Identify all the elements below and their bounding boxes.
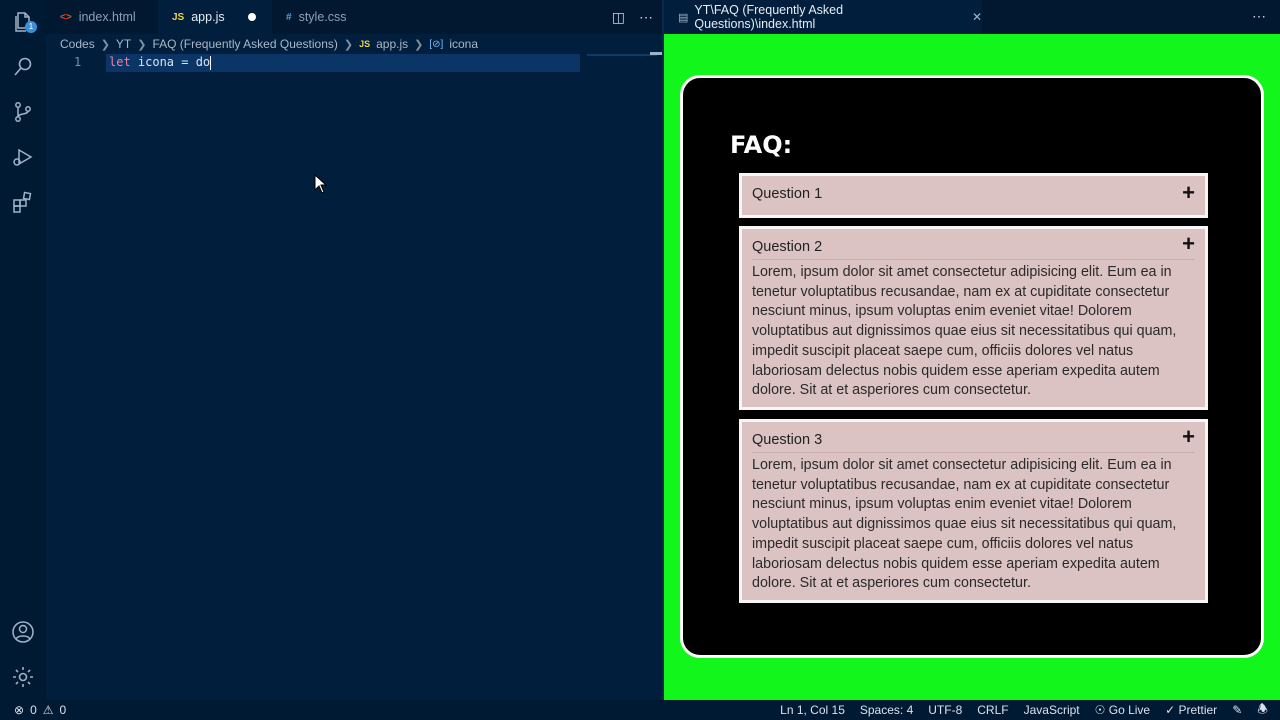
preview-tab-bar: ▤ YT\FAQ (Frequently Asked Questions)\in…	[664, 0, 1280, 34]
account-icon[interactable]	[9, 618, 37, 646]
error-icon: ⊗	[14, 703, 25, 717]
more-actions-icon[interactable]: ⋯	[639, 9, 653, 26]
breadcrumb-item[interactable]: FAQ (Frequently Asked Questions)	[152, 37, 337, 51]
breadcrumb-item[interactable]: icona	[449, 37, 478, 51]
tab-style-css[interactable]: # style.css	[272, 0, 380, 34]
preview-tab-label: YT\FAQ (Frequently Asked Questions)\inde…	[694, 3, 844, 31]
breadcrumb-item[interactable]: YT	[116, 37, 131, 51]
search-icon[interactable]	[9, 53, 37, 81]
question-title: Question 1	[752, 186, 823, 202]
css-file-icon: #	[286, 11, 292, 23]
feedback-icon[interactable]: ✎	[1232, 703, 1242, 717]
settings-gear-icon[interactable]	[9, 663, 37, 691]
tab-index-html[interactable]: <> index.html	[46, 0, 158, 34]
broadcast-icon: ☉	[1094, 703, 1106, 717]
js-file-icon: JS	[359, 39, 371, 49]
question-title: Question 2	[752, 239, 823, 255]
chevron-right-icon: ❯	[137, 38, 147, 51]
tab-label: app.js	[191, 10, 225, 24]
breadcrumb: Codes ❯ YT ❯ FAQ (Frequently Asked Quest…	[60, 36, 478, 52]
scrollbar-marker[interactable]	[650, 52, 662, 55]
tab-app-js[interactable]: JS app.js	[158, 0, 272, 34]
tab-preview[interactable]: ▤ YT\FAQ (Frequently Asked Questions)\in…	[664, 0, 982, 34]
faq-question[interactable]: Question 1 +	[742, 176, 1205, 212]
faq-item[interactable]: Question 1 +	[739, 173, 1208, 218]
prettier-button[interactable]: ✓ Prettier	[1165, 703, 1217, 717]
faq-answer: Lorem, ipsum dolor sit amet consectetur …	[752, 264, 1177, 399]
js-file-icon: JS	[172, 11, 185, 23]
go-live-button[interactable]: ☉ Go Live	[1095, 703, 1150, 717]
chevron-right-icon: ❯	[343, 38, 354, 51]
editor-tab-bar: <> index.html JS app.js # style.css ◫ ⋯	[46, 0, 663, 34]
indentation[interactable]: Spaces: 4	[860, 703, 913, 717]
explorer-badge: 1	[25, 21, 37, 33]
plus-icon[interactable]: +	[1182, 424, 1195, 450]
faq-question[interactable]: Question 2 +	[752, 229, 1195, 260]
cursor-position[interactable]: Ln 1, Col 15	[780, 703, 845, 717]
more-actions-icon[interactable]: ⋯	[1252, 8, 1266, 25]
encoding[interactable]: UTF-8	[928, 703, 962, 717]
code-editor[interactable]: 1 let icona = do	[46, 52, 657, 700]
files-icon[interactable]: 1	[9, 8, 37, 36]
plus-icon[interactable]: +	[1182, 231, 1195, 257]
text-cursor	[210, 55, 212, 70]
breadcrumb-item[interactable]: app.js	[376, 37, 408, 51]
faq-card: FAQ: Question 1 + Question 2 + Lorem, ip…	[680, 75, 1264, 658]
error-count: 0	[30, 703, 37, 717]
problems-indicator[interactable]: ⊗ 0 ⚠ 0	[14, 703, 66, 717]
prettier-label: Prettier	[1178, 703, 1218, 717]
tab-label: style.css	[298, 10, 347, 24]
run-debug-icon[interactable]	[9, 143, 37, 171]
source-control-icon[interactable]	[9, 98, 37, 126]
warning-icon: ⚠	[42, 703, 54, 717]
faq-answer: Lorem, ipsum dolor sit amet consectetur …	[752, 457, 1177, 592]
line-number: 1	[74, 55, 82, 69]
tab-label: index.html	[78, 10, 136, 24]
warning-count: 0	[59, 703, 67, 717]
variable-icon: [⊘]	[429, 38, 444, 50]
status-bar: ⊗ 0 ⚠ 0 Ln 1, Col 15 Spaces: 4 UTF-8 CRL…	[0, 700, 1280, 720]
mouse-pointer-icon	[314, 174, 328, 194]
preview-file-icon: ▤	[678, 11, 689, 24]
code-line[interactable]: let icona = do	[109, 55, 212, 70]
go-live-label: Go Live	[1108, 703, 1151, 717]
line-ending[interactable]: CRLF	[977, 703, 1008, 717]
minimap[interactable]	[587, 54, 657, 56]
breadcrumb-item[interactable]: Codes	[60, 37, 95, 51]
activity-bar: 1	[0, 0, 46, 700]
html-file-icon: <>	[60, 11, 72, 23]
extensions-icon[interactable]	[9, 188, 37, 216]
notifications-bell-icon[interactable]: 🕭	[1257, 700, 1268, 720]
question-title: Question 3	[752, 432, 823, 448]
close-icon[interactable]: ✕	[972, 10, 982, 24]
code-text: icona = do	[130, 55, 211, 69]
unsaved-dot-icon[interactable]	[248, 13, 256, 21]
chevron-right-icon: ❯	[100, 38, 110, 51]
split-editor-icon[interactable]: ◫	[612, 9, 625, 26]
faq-question[interactable]: Question 3 +	[752, 422, 1195, 453]
faq-title: FAQ:	[730, 131, 793, 159]
code-keyword: let	[109, 55, 131, 69]
faq-item[interactable]: Question 3 + Lorem, ipsum dolor sit amet…	[739, 419, 1208, 603]
check-double-icon: ✓	[1165, 703, 1176, 717]
chevron-right-icon: ❯	[414, 38, 424, 51]
faq-item[interactable]: Question 2 + Lorem, ipsum dolor sit amet…	[739, 226, 1208, 410]
language-mode[interactable]: JavaScript	[1024, 703, 1080, 717]
browser-preview: FAQ: Question 1 + Question 2 + Lorem, ip…	[664, 34, 1280, 700]
plus-icon[interactable]: +	[1182, 180, 1195, 206]
